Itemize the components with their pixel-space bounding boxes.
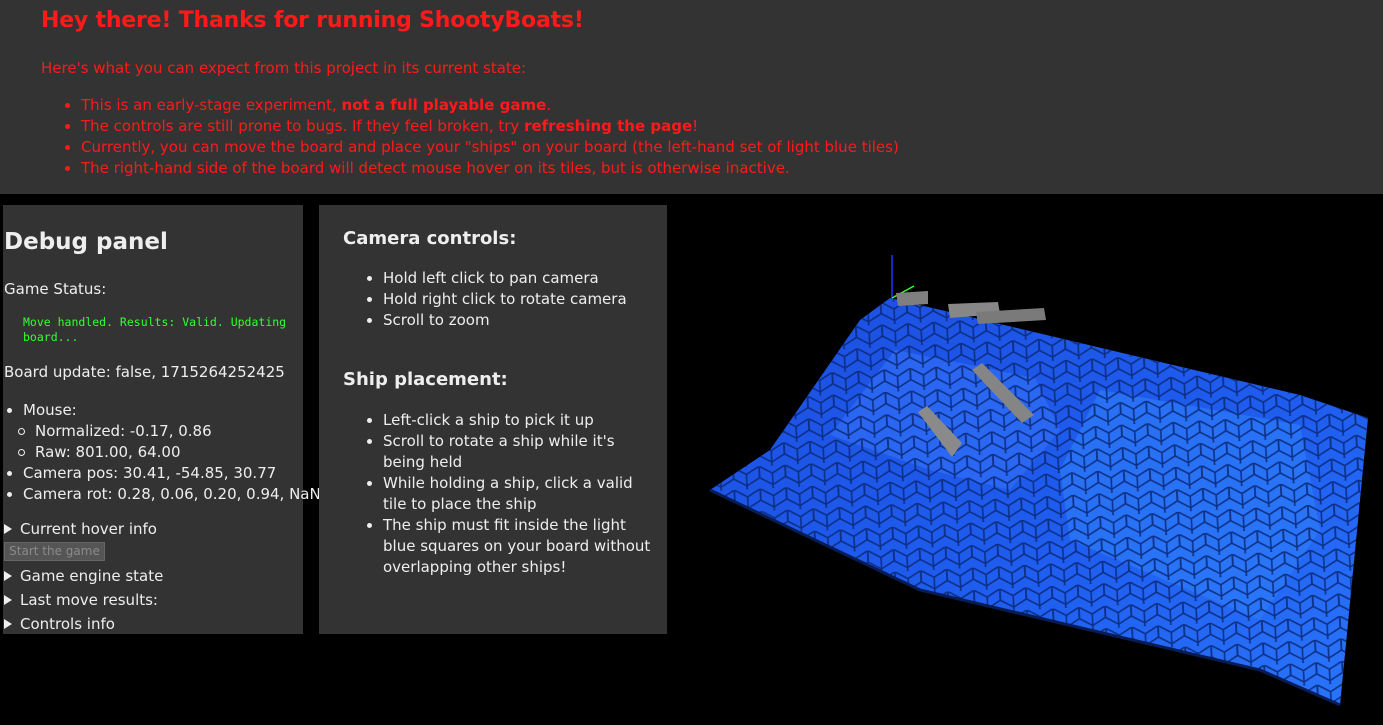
list-item: Scroll to rotate a ship while it's being… xyxy=(383,431,653,473)
game-status-message: Move handled. Results: Valid. Updating b… xyxy=(23,315,287,344)
list-item: Left-click a ship to pick it up xyxy=(383,410,653,431)
list-item: The ship must fit inside the light blue … xyxy=(383,515,653,578)
disclosure-triangle-icon xyxy=(4,571,12,581)
banner-title: Hey there! Thanks for running ShootyBoat… xyxy=(41,8,584,33)
list-item: While holding a ship, click a valid tile… xyxy=(383,473,653,515)
ship-placement-list: Left-click a ship to pick it up Scroll t… xyxy=(343,410,653,578)
game-status-label: Game Status: xyxy=(4,280,107,298)
game-canvas[interactable] xyxy=(680,200,1383,721)
info-banner: Hey there! Thanks for running ShootyBoat… xyxy=(0,0,1383,194)
banner-bullet: Currently, you can move the board and pl… xyxy=(81,137,899,158)
mouse-normalized-stat: Normalized: -0.17, 0.86 xyxy=(4,421,302,442)
bullet-icon xyxy=(7,471,12,476)
start-game-button[interactable]: Start the game xyxy=(4,542,105,561)
disclosure-triangle-icon xyxy=(4,619,12,629)
bullet-icon xyxy=(7,492,12,497)
mouse-stat: Mouse: xyxy=(4,400,302,421)
list-item: Scroll to zoom xyxy=(383,310,653,331)
bullet-icon xyxy=(18,428,25,435)
banner-bullet: The right-hand side of the board will de… xyxy=(81,158,899,179)
camera-controls-list: Hold left click to pan camera Hold right… xyxy=(343,268,653,331)
banner-bullet: The controls are still prone to bugs. If… xyxy=(81,116,899,137)
banner-bullet-list: This is an early-stage experiment, not a… xyxy=(41,95,899,179)
ship-placement-heading: Ship placement: xyxy=(343,369,508,390)
game-board-render[interactable] xyxy=(680,200,1383,721)
bullet-icon xyxy=(7,408,12,413)
banner-intro: Here's what you can expect from this pro… xyxy=(41,59,527,77)
bullet-icon xyxy=(18,449,25,456)
controls-info-toggle[interactable]: Controls info xyxy=(4,615,115,633)
ship[interactable] xyxy=(896,291,928,306)
controls-panel: Camera controls: Hold left click to pan … xyxy=(319,205,667,634)
hover-info-toggle[interactable]: Current hover info xyxy=(4,520,157,538)
board-update-text: Board update: false, 1715264252425 xyxy=(4,363,285,381)
list-item: Hold left click to pan camera xyxy=(383,268,653,289)
camera-rot-stat: Camera rot: 0.28, 0.06, 0.20, 0.94, NaN xyxy=(4,484,321,505)
camera-pos-stat: Camera pos: 30.41, -54.85, 30.77 xyxy=(4,463,302,484)
banner-bullet: This is an early-stage experiment, not a… xyxy=(81,95,899,116)
debug-panel-title: Debug panel xyxy=(4,229,168,255)
engine-state-toggle[interactable]: Game engine state xyxy=(4,567,163,585)
hex-tile-grid xyxy=(710,298,1368,705)
list-item: Hold right click to rotate camera xyxy=(383,289,653,310)
camera-controls-heading: Camera controls: xyxy=(343,228,517,249)
debug-stats-list: Mouse: Normalized: -0.17, 0.86 Raw: 801.… xyxy=(4,400,321,505)
debug-panel: Debug panel Game Status: Move handled. R… xyxy=(3,205,321,634)
disclosure-triangle-icon xyxy=(4,524,12,534)
last-move-toggle[interactable]: Last move results: xyxy=(4,591,158,609)
disclosure-triangle-icon xyxy=(4,595,12,605)
mouse-raw-stat: Raw: 801.00, 64.00 xyxy=(4,442,302,463)
